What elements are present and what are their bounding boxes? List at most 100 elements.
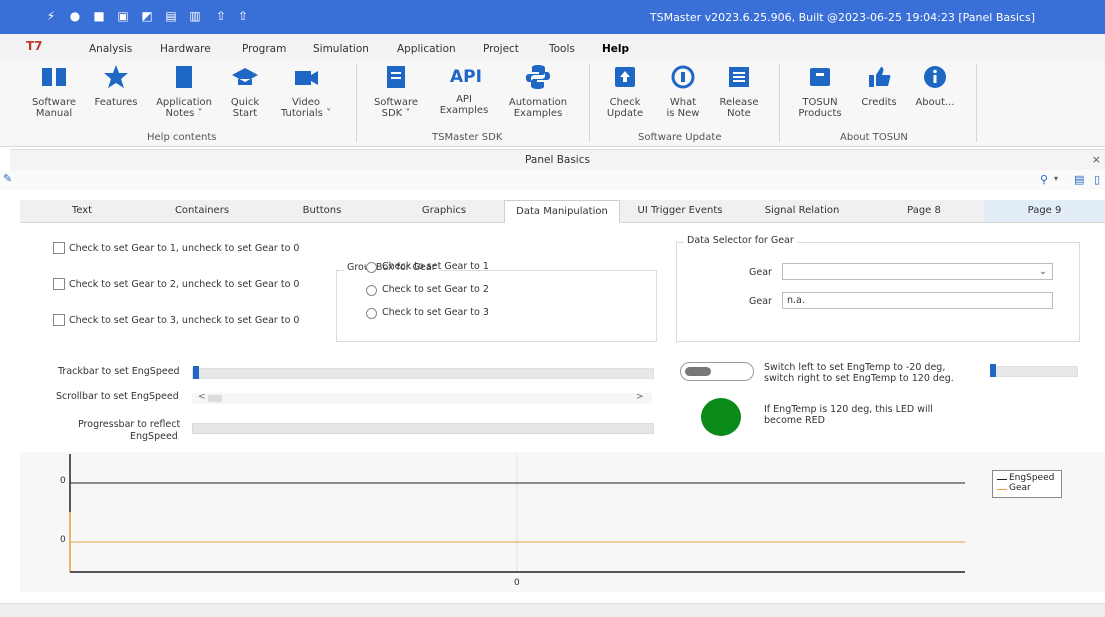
chart-svg xyxy=(69,454,965,573)
tab-page-8[interactable]: Page 8 xyxy=(864,200,984,222)
what-is-new-button[interactable]: What is New xyxy=(658,64,708,119)
quick-start-button[interactable]: Quick Start xyxy=(220,64,270,119)
gear-edit-field[interactable]: n.a. xyxy=(782,292,1053,309)
check-update-button[interactable]: Check Update xyxy=(600,64,650,119)
application-notes-label: Application Notes ˅ xyxy=(156,97,212,119)
tosun-products-button[interactable]: TOSUN Products xyxy=(792,64,848,119)
app-logo-icon[interactable]: T7 xyxy=(26,39,43,53)
gear2-radio[interactable] xyxy=(366,285,377,296)
switch-knob xyxy=(685,367,711,376)
layout-icon[interactable]: ▤ xyxy=(164,9,178,23)
tab-ui-trigger-events[interactable]: UI Trigger Events xyxy=(620,200,740,222)
edit-pencil-icon[interactable]: ✎ xyxy=(3,172,12,185)
panel-toolbar: ✎ ⚲ ▾ ▤ ▯ xyxy=(0,170,1105,190)
engtemp-trackbar-thumb[interactable] xyxy=(990,364,996,377)
legend-swatch-gear xyxy=(997,489,1007,490)
close-icon[interactable]: × xyxy=(1092,153,1101,166)
chevron-down-icon[interactable]: ▾ xyxy=(1054,174,1058,183)
y-tick-engspeed: 0 xyxy=(60,476,66,486)
scrollbar-thumb[interactable] xyxy=(208,395,222,402)
application-notes-button[interactable]: Application Notes ˅ xyxy=(152,64,216,119)
automation-examples-label: Automation Examples xyxy=(508,97,568,119)
engspeed-trackbar[interactable] xyxy=(192,368,654,379)
data-selector-title: Data Selector for Gear xyxy=(684,235,797,246)
menu-program[interactable]: Program xyxy=(242,43,286,55)
tab-containers[interactable]: Containers xyxy=(144,200,260,222)
features-button[interactable]: Features xyxy=(88,64,144,108)
release-note-label: Release Note xyxy=(719,97,759,119)
video-tutorials-label: Video Tutorials ˅ xyxy=(280,97,332,119)
tab-text[interactable]: Text xyxy=(20,200,144,222)
menu-analysis[interactable]: Analysis xyxy=(89,43,132,55)
release-note-button[interactable]: Release Note xyxy=(712,64,766,119)
gear3-checkbox-label: Check to set Gear to 3, uncheck to set G… xyxy=(69,315,300,326)
group-label-software-update: Software Update xyxy=(638,132,722,143)
layout2-icon[interactable]: ▥ xyxy=(188,9,202,23)
group-label-tsmaster-sdk: TSMaster SDK xyxy=(432,132,503,143)
group-label-about-tosun: About TOSUN xyxy=(840,132,908,143)
engtemp-trackbar[interactable] xyxy=(990,366,1078,377)
menu-bar: T7 Analysis Hardware Program Simulation … xyxy=(0,34,1105,60)
api-examples-button[interactable]: API API Examples xyxy=(434,64,494,116)
automation-examples-button[interactable]: Automation Examples xyxy=(502,64,574,119)
menu-simulation[interactable]: Simulation xyxy=(313,43,369,55)
gear3-radio[interactable] xyxy=(366,308,377,319)
software-sdk-button[interactable]: Software SDK ˅ xyxy=(366,64,426,119)
info-icon xyxy=(924,66,946,88)
panel-menu-icon[interactable]: ▯ xyxy=(1094,173,1100,186)
gear2-checkbox[interactable] xyxy=(53,278,65,290)
book-icon xyxy=(42,68,66,86)
tab-signal-relation[interactable]: Signal Relation xyxy=(740,200,864,222)
graduation-cap-icon xyxy=(232,68,258,85)
gear1-radio[interactable] xyxy=(366,262,377,273)
tab-data-manipulation[interactable]: Data Manipulation xyxy=(504,200,620,223)
scroll-right-arrow[interactable]: > xyxy=(636,392,644,402)
menu-hardware[interactable]: Hardware xyxy=(160,43,211,55)
tosun-products-label: TOSUN Products xyxy=(798,97,842,119)
about-button[interactable]: About... xyxy=(908,64,962,108)
legend-label-gear: Gear xyxy=(1009,483,1031,493)
gear-combo-label: Gear xyxy=(749,267,772,278)
trackbar-thumb[interactable] xyxy=(193,366,199,379)
signal-chart[interactable]: 0 0 0 EngSpeed Gear xyxy=(20,452,1105,592)
chart-legend: EngSpeed Gear xyxy=(992,470,1062,498)
menu-tools[interactable]: Tools xyxy=(549,43,575,55)
menu-application[interactable]: Application xyxy=(397,43,456,55)
chevron-down-icon[interactable]: ⌄ xyxy=(1039,264,1047,279)
window-icon[interactable]: ▣ xyxy=(116,9,130,23)
tab-graphics[interactable]: Graphics xyxy=(384,200,504,222)
upload2-icon[interactable]: ⇧ xyxy=(236,9,250,23)
software-manual-button[interactable]: Software Manual xyxy=(26,64,82,119)
software-sdk-label: Software SDK ˅ xyxy=(373,97,419,119)
credits-button[interactable]: Credits xyxy=(854,64,904,108)
whats-new-icon xyxy=(671,65,695,89)
chart-icon[interactable]: ◩ xyxy=(140,9,154,23)
switch-text-line2: switch right to set EngTemp to 120 deg. xyxy=(764,373,954,384)
record-icon[interactable]: ● xyxy=(68,9,82,23)
lightning-icon[interactable]: ⚡ xyxy=(44,9,58,23)
what-is-new-label: What is New xyxy=(666,97,700,119)
legend-swatch-engspeed xyxy=(997,479,1007,480)
menu-help[interactable]: Help xyxy=(602,43,629,55)
ribbon: Software Manual Features Application Not… xyxy=(0,60,1105,147)
engspeed-scrollbar[interactable] xyxy=(192,393,652,404)
gear3-checkbox[interactable] xyxy=(53,314,65,326)
engtemp-led xyxy=(701,398,741,436)
switch-text-line1: Switch left to set EngTemp to -20 deg, xyxy=(764,362,946,373)
gear-combobox[interactable]: ⌄ xyxy=(782,263,1053,280)
menu-project[interactable]: Project xyxy=(483,43,519,55)
tab-buttons[interactable]: Buttons xyxy=(260,200,384,222)
video-tutorials-button[interactable]: Video Tutorials ˅ xyxy=(274,64,338,119)
python-icon xyxy=(525,65,551,89)
tab-page-9[interactable]: Page 9 xyxy=(984,200,1105,222)
message-icon[interactable]: ■ xyxy=(92,9,106,23)
engtemp-switch[interactable] xyxy=(680,362,754,381)
upload-icon[interactable]: ⇧ xyxy=(214,9,228,23)
scroll-left-arrow[interactable]: < xyxy=(198,392,206,402)
api-examples-label: API Examples xyxy=(439,94,489,116)
search-icon[interactable]: ⚲ xyxy=(1040,173,1048,186)
progress-label-line1: Progressbar to reflect xyxy=(78,419,181,430)
title-bar: ⚡ ● ■ ▣ ◩ ▤ ▥ ⇧ ⇧ TSMaster v2023.6.25.90… xyxy=(0,0,1105,34)
gear1-checkbox[interactable] xyxy=(53,242,65,254)
window-layout-icon[interactable]: ▤ xyxy=(1074,173,1084,186)
